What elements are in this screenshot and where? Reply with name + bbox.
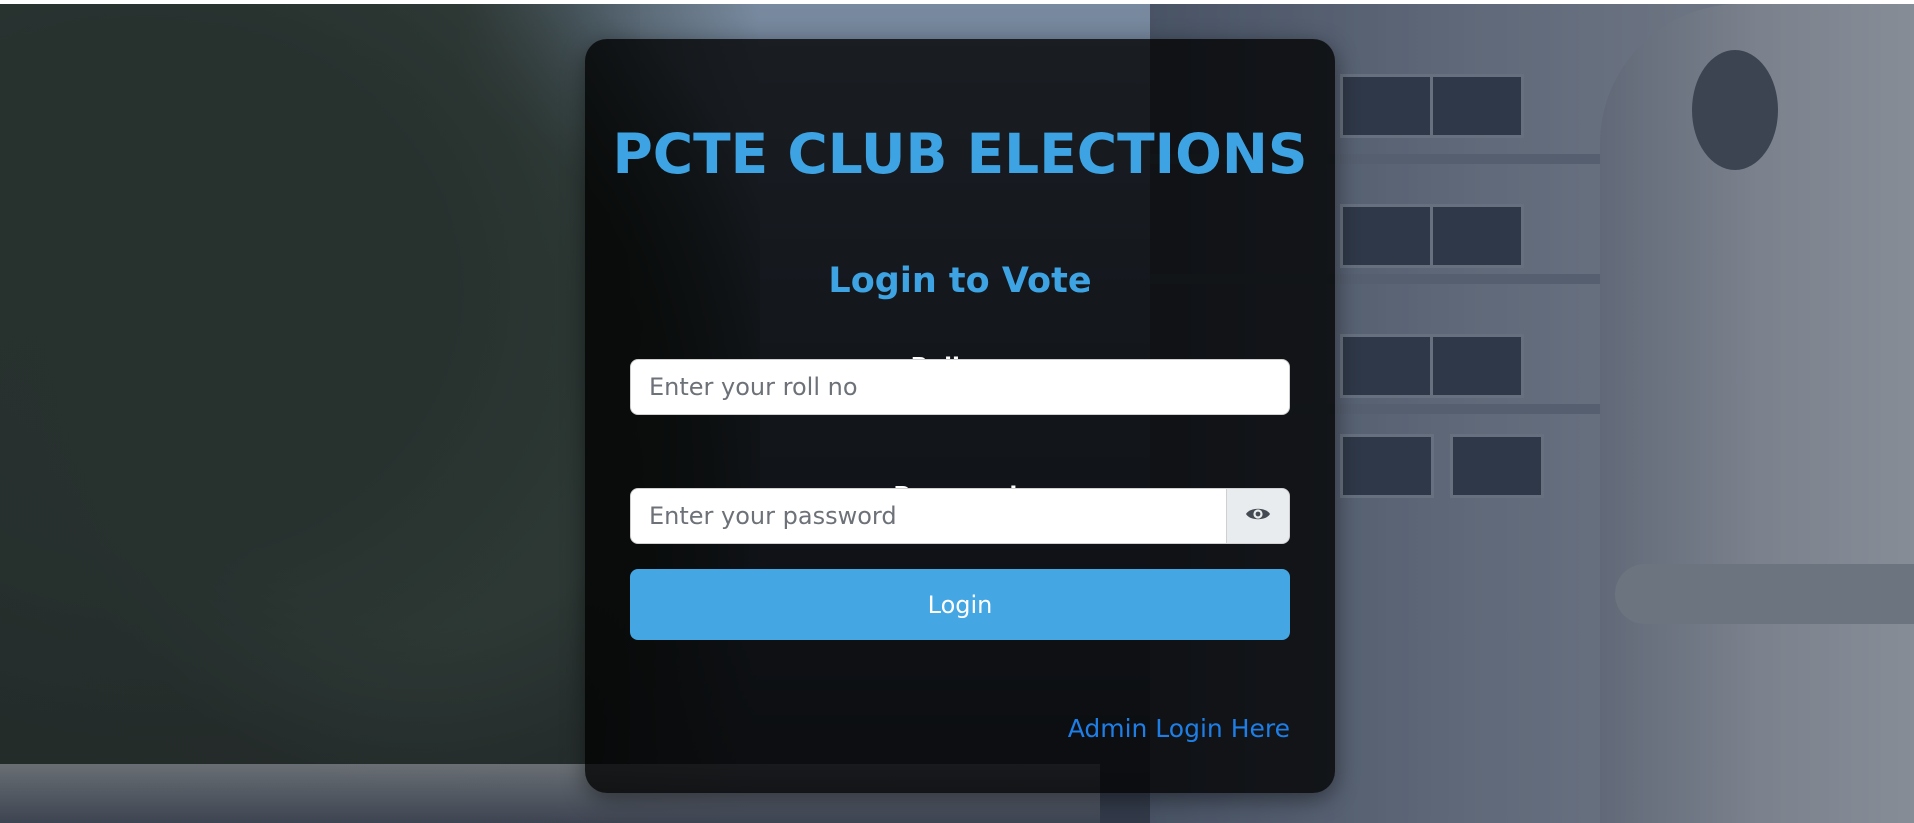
login-button[interactable]: Login — [630, 569, 1290, 640]
admin-login-link[interactable]: Admin Login Here — [1068, 712, 1290, 746]
page-title: PCTE CLUB ELECTIONS — [612, 122, 1308, 186]
eye-icon — [1245, 505, 1271, 527]
page: PCTE CLUB ELECTIONS Login to Vote Roll n… — [0, 0, 1914, 823]
password-field-group — [630, 488, 1290, 544]
roll-no-input[interactable] — [630, 359, 1290, 415]
show-password-button[interactable] — [1226, 488, 1290, 544]
login-subtitle: Login to Vote — [828, 261, 1092, 301]
password-input[interactable] — [630, 488, 1227, 544]
login-card: PCTE CLUB ELECTIONS Login to Vote Roll n… — [585, 39, 1335, 793]
